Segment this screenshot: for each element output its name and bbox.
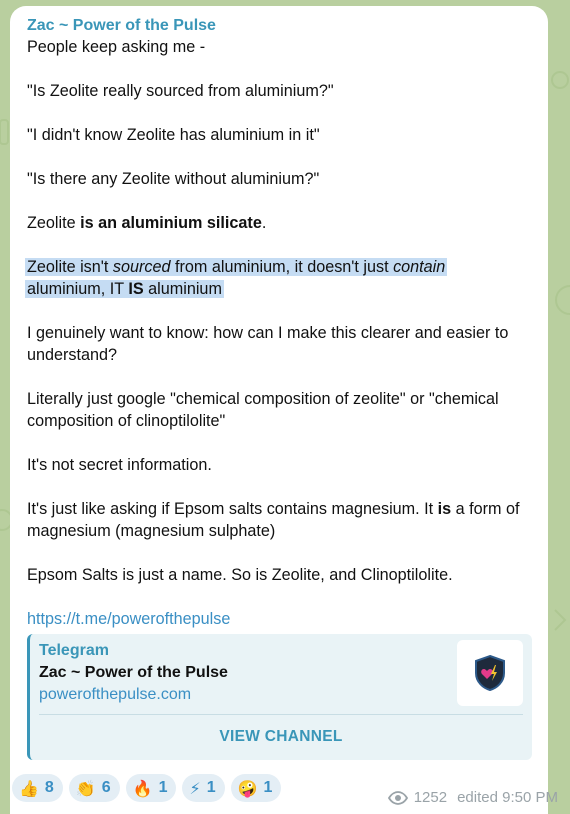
message-line: Zeolite is an aluminium silicate. (27, 214, 267, 232)
eye-icon (387, 790, 408, 805)
reaction-thumbs-up[interactable]: 👍 8 (12, 774, 63, 802)
reaction-zany-face[interactable]: 🤪 1 (230, 774, 282, 802)
message-line: Literally just google "chemical composit… (27, 390, 499, 430)
view-count: 1252 (413, 789, 448, 806)
channel-link[interactable]: https://t.me/powerofthepulse (27, 610, 230, 628)
sender-name[interactable]: Zac ~ Power of the Pulse (27, 16, 532, 36)
reaction-clap[interactable]: 👏 6 (68, 774, 120, 802)
reaction-count: 8 (44, 779, 54, 796)
message-line: It's not secret information. (27, 456, 212, 474)
preview-divider (39, 714, 523, 715)
highlighted-paragraph: Zeolite isn't sourced from aluminium, it… (25, 258, 448, 298)
reaction-count: 1 (158, 779, 168, 796)
message-link-line: https://t.me/powerofthepulse (27, 608, 532, 630)
message-line: "I didn't know Zeolite has aluminium in … (27, 126, 320, 144)
view-channel-button[interactable]: VIEW CHANNEL (30, 716, 532, 758)
message-line: Epsom Salts is just a name. So is Zeolit… (27, 566, 453, 584)
zany-face-icon: 🤪 (237, 778, 258, 798)
thumbs-up-icon: 👍 (19, 778, 39, 798)
clapping-hands-icon: 👏 (75, 778, 96, 798)
message-meta: 1252 edited 9:50 PM (387, 789, 558, 806)
fire-icon: 🔥 (132, 778, 153, 798)
message-line: People keep asking me - (27, 38, 206, 56)
message-line: "Is there any Zeolite without aluminium?… (27, 170, 320, 188)
reaction-count: 1 (263, 779, 273, 796)
edited-timestamp: edited 9:50 PM (457, 789, 558, 806)
shield-logo-icon (475, 654, 505, 692)
message-text: People keep asking me - "Is Zeolite real… (25, 36, 532, 630)
message-line: "Is Zeolite really sourced from aluminiu… (27, 82, 334, 100)
lightning-icon: ⚡ (189, 778, 201, 798)
channel-thumbnail (457, 640, 523, 706)
reaction-lightning[interactable]: ⚡ 1 (182, 774, 225, 802)
message-line: I genuinely want to know: how can I make… (27, 324, 509, 364)
message-line: It's just like asking if Epsom salts con… (27, 500, 520, 540)
reactions-bar: 👍 8 👏 6 🔥 1 ⚡ 1 🤪 1 (12, 774, 282, 802)
message-bubble: Zac ~ Power of the Pulse People keep ask… (10, 6, 548, 814)
reaction-fire[interactable]: 🔥 1 (125, 774, 177, 802)
reaction-count: 6 (101, 779, 111, 796)
reaction-count: 1 (206, 779, 216, 796)
link-preview[interactable]: Telegram Zac ~ Power of the Pulse powero… (27, 634, 532, 760)
